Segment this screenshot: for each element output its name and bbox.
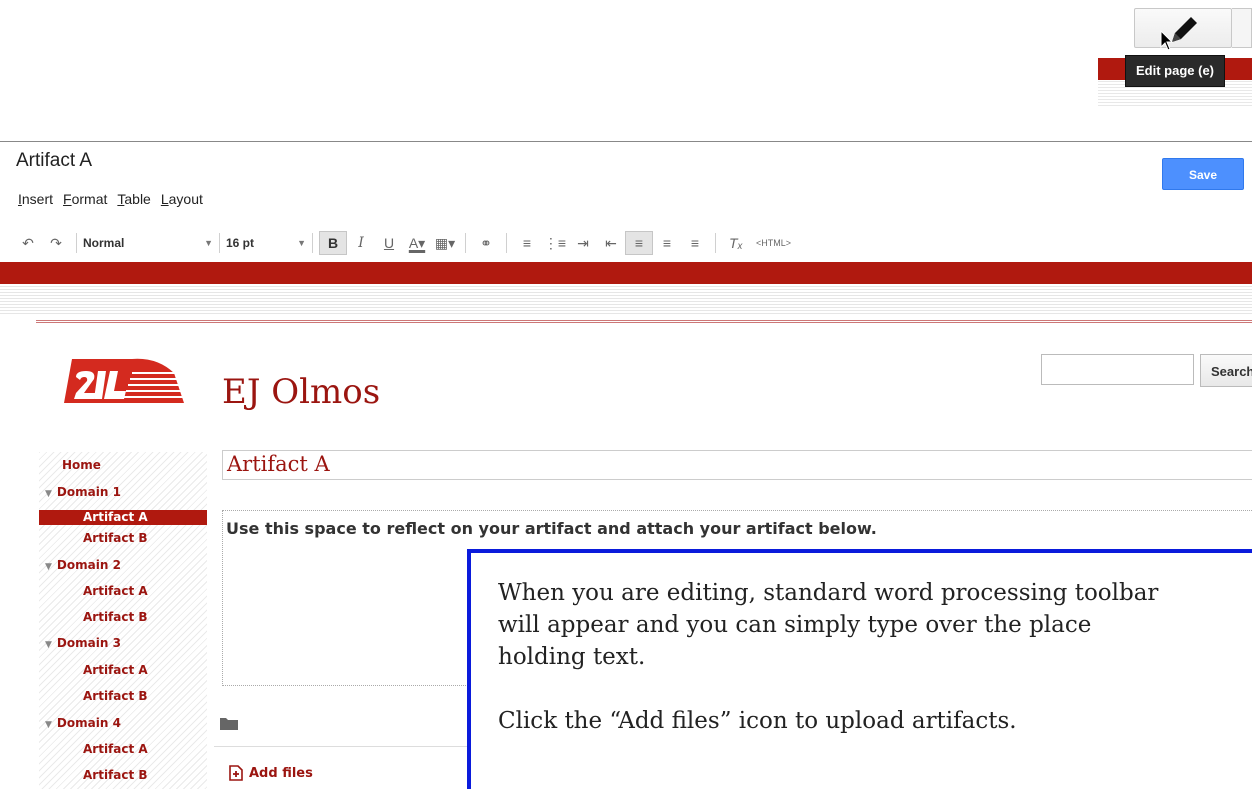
align-center-icon[interactable]: ≡ — [653, 231, 681, 255]
triangle-down-icon: ▼ — [45, 720, 52, 730]
chevron-down-icon: ▼ — [297, 238, 306, 248]
toolbar-separator — [76, 233, 77, 253]
menu-layout[interactable]: Layout — [161, 191, 203, 207]
page-title: Artifact A — [16, 150, 93, 171]
sidebar-item-domain-2[interactable]: ▼ Domain 2 — [45, 558, 121, 572]
add-file-icon — [229, 765, 243, 781]
undo-icon[interactable]: ↶ — [14, 231, 42, 255]
triangle-down-icon: ▼ — [45, 489, 52, 499]
align-left-icon[interactable]: ≡ — [625, 231, 653, 255]
sidebar-item-home[interactable]: Home — [62, 458, 101, 472]
sidebar-item-domain-4[interactable]: ▼ Domain 4 — [45, 716, 121, 730]
numbered-list-icon[interactable]: ≡ — [513, 231, 541, 255]
sidebar-item-domain-3[interactable]: ▼ Domain 3 — [45, 636, 121, 650]
menu-table[interactable]: Table — [117, 191, 150, 207]
instruction-callout: When you are editing, standard word proc… — [467, 549, 1252, 789]
content-body-text: Use this space to reflect on your artifa… — [226, 519, 877, 538]
triangle-down-icon: ▼ — [45, 562, 52, 572]
bold-icon[interactable]: B — [319, 231, 347, 255]
toolbar-separator — [715, 233, 716, 253]
highlight-color-icon[interactable]: ▦▾ — [431, 231, 459, 255]
redo-icon[interactable]: ↷ — [42, 231, 70, 255]
search-input[interactable] — [1041, 354, 1194, 385]
html-button[interactable]: <HTML> — [756, 238, 791, 248]
add-files-link[interactable]: Add files — [229, 765, 313, 781]
site-red-band — [0, 262, 1252, 284]
page-heading-input[interactable]: Artifact A — [222, 450, 1252, 480]
edit-page-button[interactable] — [1134, 8, 1232, 48]
paragraph-style-select[interactable]: Normal ▼ — [83, 236, 213, 250]
bulleted-list-icon[interactable]: ⋮≡ — [541, 231, 569, 255]
folder-icon — [220, 718, 238, 730]
sidebar-item-artifact-b[interactable]: Artifact B — [83, 531, 148, 545]
site-divider — [36, 320, 1252, 323]
clear-formatting-icon[interactable]: Tₓ — [722, 231, 750, 255]
italic-icon[interactable]: I — [347, 231, 375, 255]
edit-menu-button[interactable] — [1232, 8, 1252, 48]
chevron-down-icon: ▼ — [204, 238, 213, 248]
sidebar-item-artifact-b[interactable]: Artifact B — [83, 689, 148, 703]
toolbar-separator — [219, 233, 220, 253]
sidebar-item-artifact-a[interactable]: Artifact A — [83, 584, 148, 598]
underline-icon[interactable]: U — [375, 231, 403, 255]
triangle-down-icon: ▼ — [45, 640, 52, 650]
callout-text: When you are editing, standard word proc… — [498, 580, 1159, 734]
edit-page-tooltip: Edit page (e) — [1125, 55, 1226, 87]
menu-format[interactable]: Format — [63, 191, 107, 207]
sidebar-item-artifact-b[interactable]: Artifact B — [83, 610, 148, 624]
mouse-cursor-icon — [1160, 30, 1174, 51]
sidebar-item-domain-1[interactable]: ▼ Domain 1 — [45, 485, 121, 499]
sidebar-item-artifact-b[interactable]: Artifact B — [83, 768, 148, 782]
text-color-icon[interactable]: A▾ — [403, 231, 431, 255]
link-icon[interactable]: ⚭ — [472, 231, 500, 255]
sidebar-item-artifact-a[interactable]: Artifact A — [83, 663, 148, 677]
site-logo — [64, 358, 184, 403]
site-title: EJ Olmos — [222, 372, 381, 412]
toolbar-separator — [465, 233, 466, 253]
indent-icon[interactable]: ⇥ — [569, 231, 597, 255]
align-right-icon[interactable]: ≡ — [681, 231, 709, 255]
sidebar-item-artifact-a[interactable]: Artifact A — [83, 742, 148, 756]
formatting-toolbar: ↶ ↷ Normal ▼ 16 pt ▼ B I U A▾ ▦▾ ⚭ ≡ ⋮≡ ⇥ … — [14, 230, 791, 256]
menu-bar: Insert Format Table Layout — [18, 191, 203, 207]
site-hatch-band — [0, 284, 1252, 314]
sidebar-item-artifact-a-active[interactable]: Artifact A — [39, 510, 207, 525]
save-button[interactable]: Save — [1162, 158, 1244, 190]
editor-divider — [0, 141, 1252, 142]
font-size-select[interactable]: 16 pt ▼ — [226, 236, 306, 250]
menu-insert[interactable]: Insert — [18, 191, 53, 207]
outdent-icon[interactable]: ⇤ — [597, 231, 625, 255]
toolbar-separator — [506, 233, 507, 253]
toolbar-separator — [312, 233, 313, 253]
search-button[interactable]: Search — [1200, 354, 1252, 387]
pencil-icon — [1172, 17, 1197, 42]
